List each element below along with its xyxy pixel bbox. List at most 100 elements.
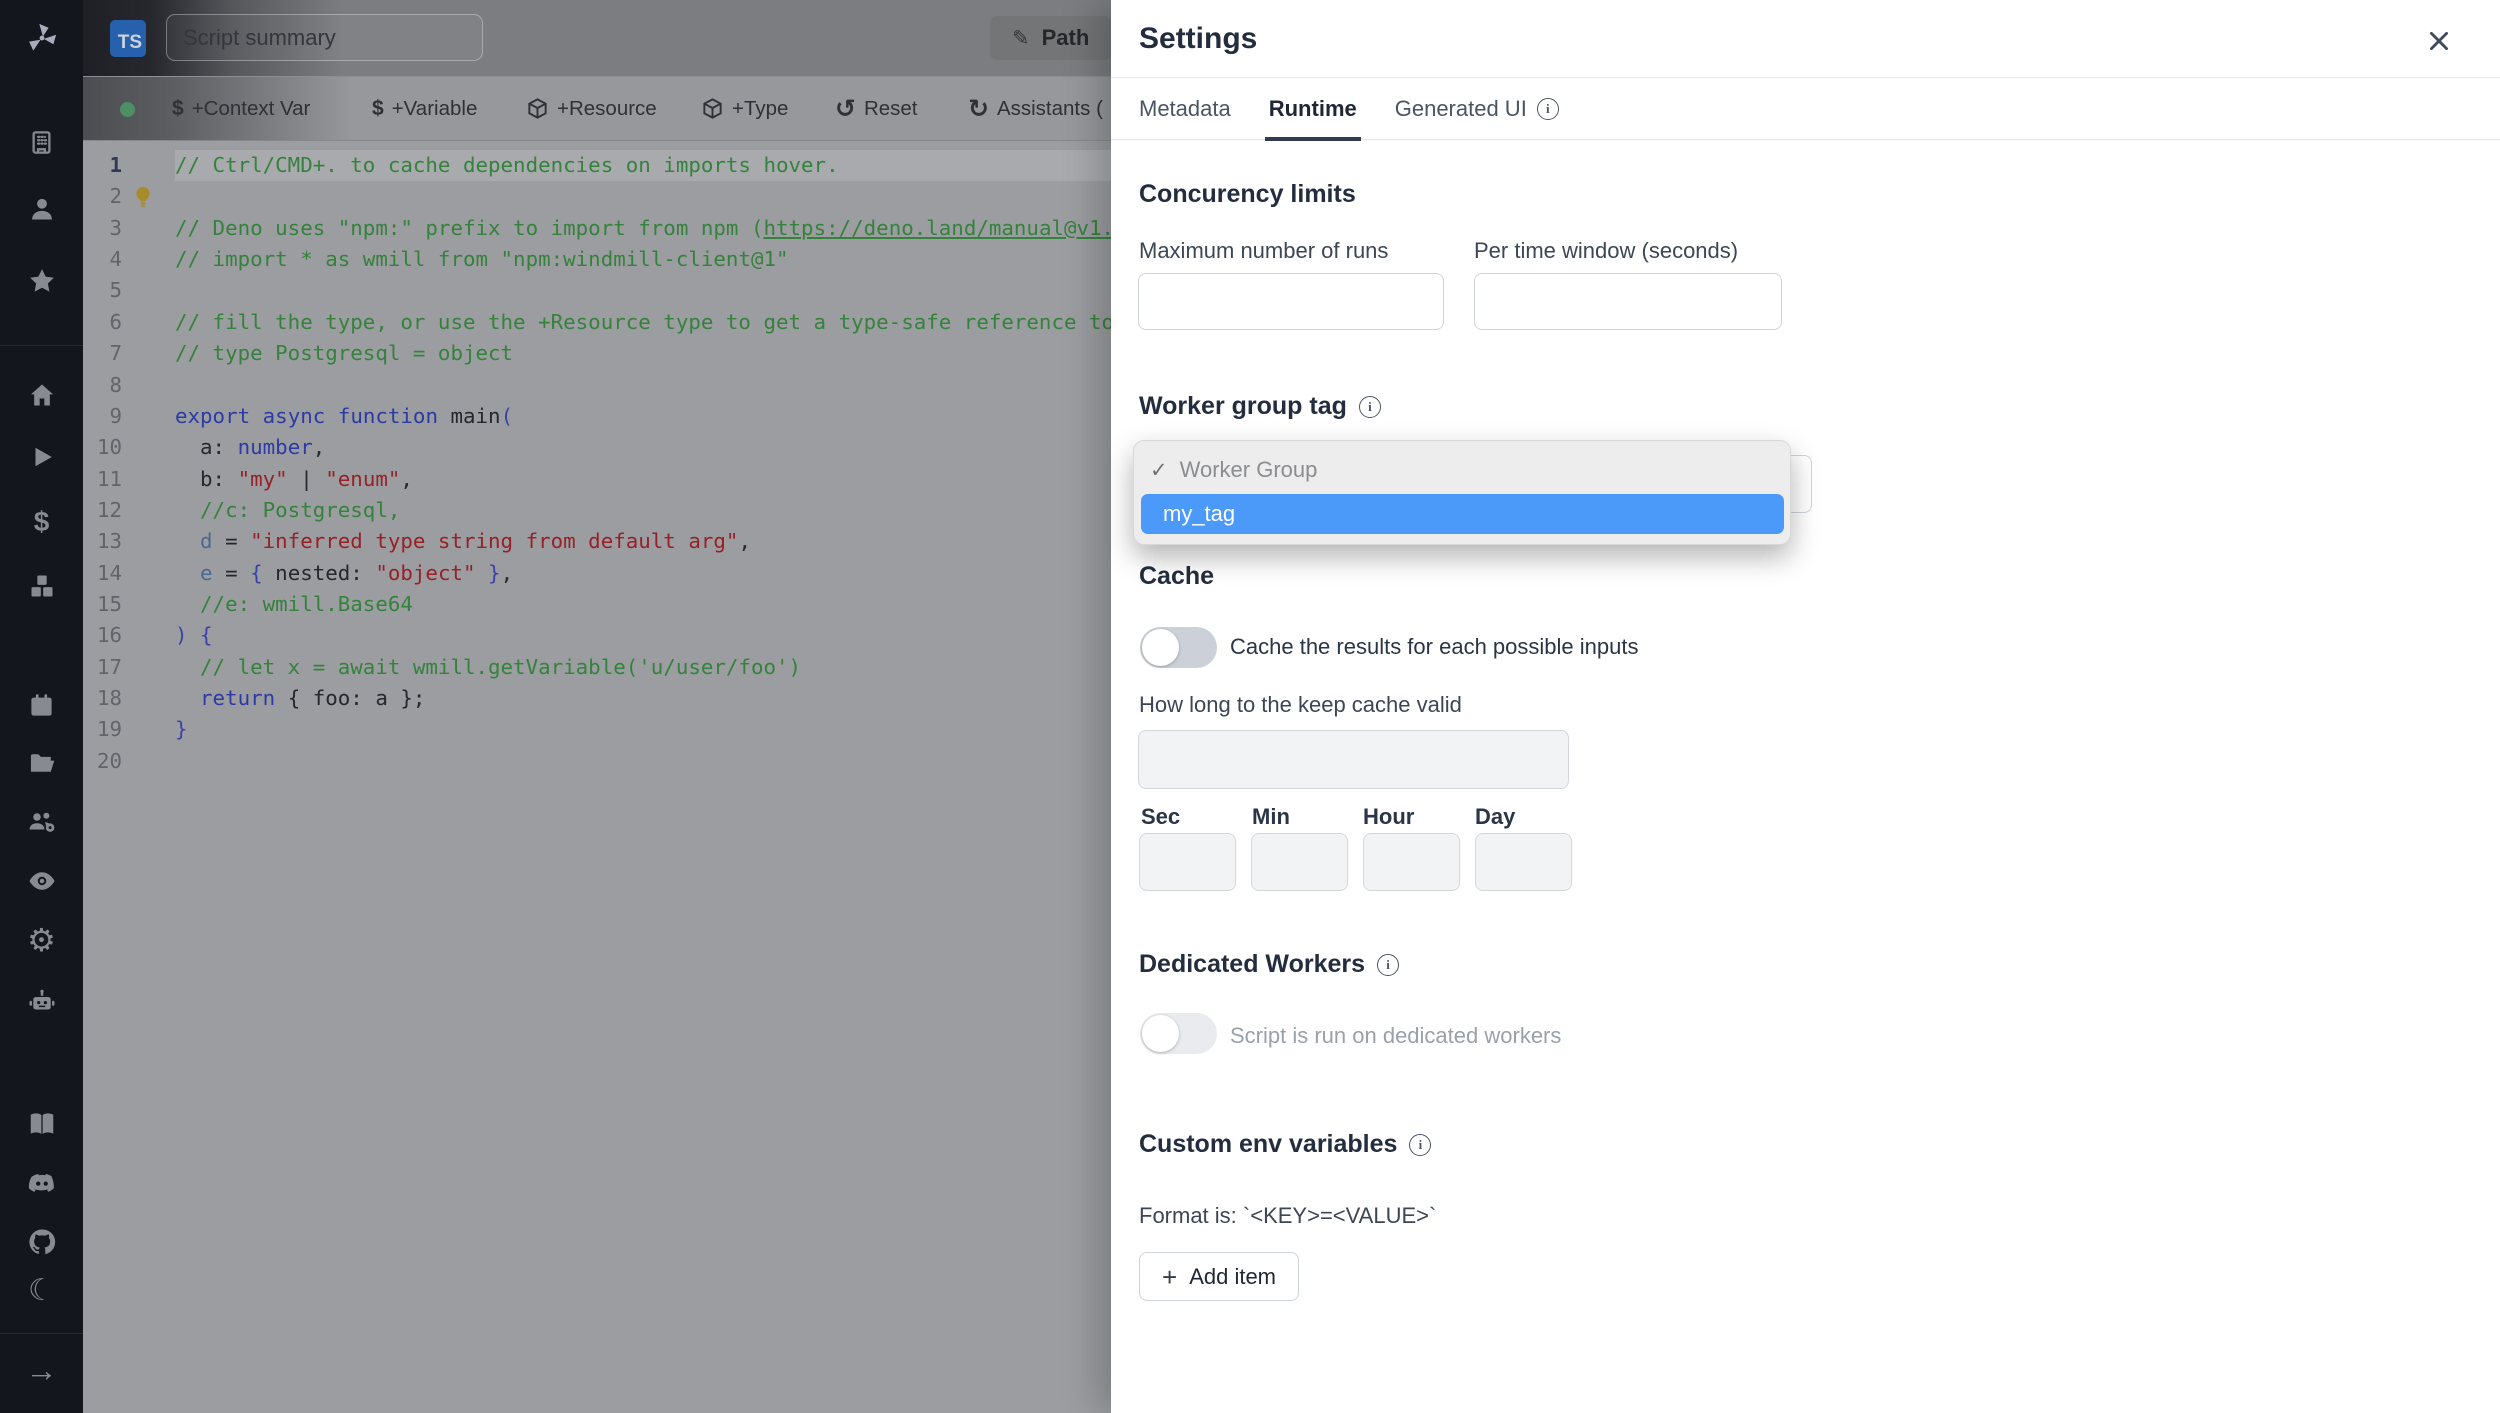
min-label: Min [1252,804,1290,829]
path-button[interactable]: ✎ Path [990,16,1112,60]
schedules-calendar-icon[interactable] [0,688,83,722]
path-button-label: Path [1041,25,1090,50]
drawer-title: Settings [1139,22,1258,55]
hour-label: Hour [1363,804,1415,829]
line-number: 8 [109,372,122,397]
tab-metadata[interactable]: Metadata [1139,78,1231,140]
day-label: Day [1475,804,1516,829]
runs-play-icon[interactable] [0,440,83,474]
dollar-icon: $ [172,96,184,120]
discord-icon[interactable] [0,1166,83,1200]
dark-mode-moon-icon[interactable]: ☾ [0,1274,83,1308]
info-icon[interactable]: i [1377,953,1400,976]
reset-button[interactable]: ↺ Reset [835,77,918,140]
cache-heading: Cache [1139,562,1215,590]
max-runs-label: Maximum number of runs [1139,238,1389,263]
close-icon[interactable] [2424,26,2454,56]
settings-drawer: Settings Metadata Runtime Generated UI i… [1111,0,2500,1413]
sec-input[interactable] [1139,833,1236,891]
line-number: 3 [109,215,122,240]
audit-eye-icon[interactable] [0,864,83,898]
worker-group-heading: Worker group tag i [1139,392,1381,421]
docs-book-icon[interactable] [0,1107,83,1141]
favorites-star-icon[interactable] [0,264,83,298]
language-badge[interactable]: TS [110,20,146,57]
line-number: 5 [109,278,122,303]
line-number: 20 [96,748,122,773]
toggle-knob [1142,1015,1179,1052]
dedicated-workers-toggle-label: Script is run on dedicated workers [1230,1023,1562,1048]
add-item-label: Add item [1189,1263,1277,1289]
info-icon[interactable]: i [1409,1133,1432,1156]
tab-generated-ui[interactable]: Generated UI i [1395,78,1559,140]
user-icon[interactable] [0,192,83,226]
add-variable-label: +Variable [391,96,478,120]
line-number: 15 [96,592,122,617]
line-number: 7 [109,341,122,366]
check-icon: ✓ [1150,458,1168,482]
line-number: 17 [96,654,122,679]
folders-icon[interactable] [0,746,83,780]
dollar-icon: $ [372,96,384,120]
assistants-button[interactable]: ↻ Assistants ( [968,77,1103,140]
dropdown-option-my-tag[interactable]: my_tag [1141,494,1784,534]
sidebar-divider [0,345,83,346]
line-number: 16 [96,623,122,648]
pencil-icon: ✎ [1012,26,1030,50]
app-sidebar: $ ⚙ ☾ → [0,0,83,1413]
windmill-logo-icon[interactable] [0,21,83,55]
add-resource-button[interactable]: +Resource [526,77,657,140]
info-icon[interactable]: i [1358,395,1381,418]
cache-duration-label: How long to the keep cache valid [1139,692,1462,717]
tab-runtime[interactable]: Runtime [1264,78,1361,141]
add-resource-label: +Resource [557,96,657,120]
refresh-icon: ↻ [968,94,989,123]
cache-toggle-label: Cache the results for each possible inpu… [1230,634,1639,659]
hour-input[interactable] [1363,833,1460,891]
plus-icon: + [1162,1261,1178,1292]
package-box-icon [701,97,724,120]
github-icon[interactable] [0,1225,83,1259]
dropdown-option-label: my_tag [1163,501,1236,526]
reset-undo-icon: ↺ [835,94,856,123]
workers-robot-icon[interactable] [0,985,83,1019]
custom-env-heading: Custom env variables i [1139,1130,1432,1159]
dedicated-workers-toggle[interactable] [1140,1013,1217,1054]
add-context-var-button[interactable]: $ +Context Var [172,77,310,140]
sidebar-divider [0,1333,83,1334]
time-window-input[interactable] [1474,273,1782,330]
line-number: 19 [96,717,122,742]
cache-duration-input[interactable] [1138,730,1569,789]
line-number: 1 [109,153,122,177]
settings-tabs: Metadata Runtime Generated UI i [1111,78,2500,141]
line-number: 14 [96,560,122,585]
tab-metadata-label: Metadata [1139,95,1231,121]
line-number: 9 [109,403,122,428]
dropdown-option-worker-group[interactable]: ✓ Worker Group [1150,457,1317,483]
assistants-label: Assistants ( [996,96,1103,120]
day-input[interactable] [1475,833,1572,891]
tab-runtime-label: Runtime [1268,95,1357,121]
max-runs-input[interactable] [1138,273,1444,330]
package-box-icon [526,97,549,120]
info-icon[interactable]: i [1536,97,1559,120]
drawer-header: Settings [1111,0,2500,78]
reset-label: Reset [863,96,918,120]
add-type-label: +Type [732,96,789,120]
add-item-button[interactable]: + Add item [1139,1252,1300,1301]
cache-toggle[interactable] [1140,627,1217,668]
resources-boxes-icon[interactable] [0,569,83,603]
variables-dollar-icon[interactable]: $ [0,505,83,539]
workspace-building-icon[interactable] [0,125,83,159]
min-input[interactable] [1251,833,1348,891]
add-variable-button[interactable]: $ +Variable [372,77,477,140]
script-summary-placeholder: Script summary [183,24,336,50]
home-icon[interactable] [0,378,83,412]
expand-sidebar-arrow-icon[interactable]: → [0,1353,83,1387]
groups-users-gear-icon[interactable] [0,805,83,839]
script-summary-input[interactable]: Script summary [166,14,483,61]
lightbulb-icon [136,187,150,208]
add-type-button[interactable]: +Type [701,77,788,140]
settings-gear-icon[interactable]: ⚙ [0,923,83,957]
toggle-knob [1142,629,1179,666]
